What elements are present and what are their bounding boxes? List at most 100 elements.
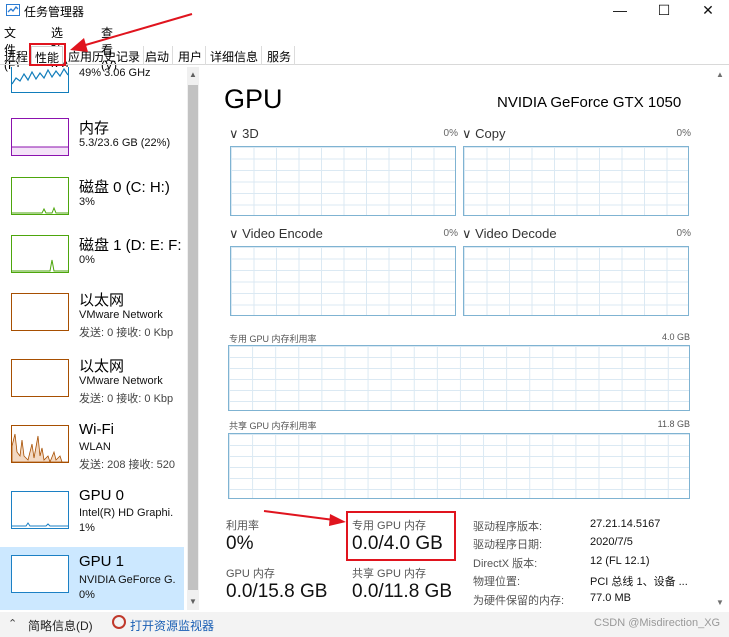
driver-version-value: 27.21.14.5167 (590, 518, 661, 530)
gpu-memory-label: GPU 内存 (226, 568, 275, 580)
disk1-title: 磁盘 1 (D: E: F: (79, 237, 182, 254)
main-scroll-up-icon[interactable]: ▲ (716, 70, 724, 79)
ethernet1-title: 以太网 (79, 292, 125, 309)
ethernet2-adapter: VMware Network (79, 375, 163, 387)
driver-version-label: 驱动程序版本: (473, 521, 543, 533)
graph-video-encode (230, 246, 456, 316)
graph-copy (463, 146, 689, 216)
engine-name-3d: 3D (242, 126, 259, 141)
ethernet2-title: 以太网 (79, 358, 125, 375)
shared-memory-label: 共享 GPU 内存 (352, 568, 426, 580)
sidebar-item-ethernet-2[interactable]: 以太网 VMware Network 发送: 0 接收: 0 Kbp (0, 353, 184, 419)
wifi-throughput: 发送: 208 接收: 520 (79, 459, 175, 471)
gpu0-graph-icon (12, 522, 68, 527)
wifi-graph-icon (11, 433, 68, 464)
graph-3d (230, 146, 456, 216)
memory-subtitle: 5.3/23.6 GB (22%) (79, 137, 171, 149)
graph-video-decode (463, 246, 689, 316)
gpu1-usage: 0% (79, 589, 95, 601)
directx-version-value: 12 (FL 12.1) (590, 555, 650, 567)
wifi-thumbnail (11, 425, 69, 464)
main-scroll-down-icon[interactable]: ▼ (716, 598, 724, 607)
resource-list: 49% 3.06 GHz 内存 5.3/23.6 GB (22%) 磁盘 0 (… (0, 67, 184, 610)
directx-version-label: DirectX 版本: (473, 558, 538, 570)
scroll-down-icon[interactable]: ▼ (187, 596, 199, 608)
engine-name-copy: Copy (475, 126, 506, 141)
annotation-arrow-memory (263, 510, 346, 526)
engine-name-video-encode: Video Encode (242, 226, 323, 241)
gpu1-adapter: NVIDIA GeForce G. (79, 574, 176, 586)
memory-title: 内存 (79, 120, 110, 137)
shared-memory-graph-label: 共享 GPU 内存利用率 (229, 421, 317, 431)
sidebar-item-disk0[interactable]: 磁盘 0 (C: H:) 3% (0, 171, 184, 237)
wifi-adapter: WLAN (79, 441, 111, 453)
driver-date-label: 驱动程序日期: (473, 539, 543, 551)
reserved-memory-label: 为硬件保留的内存: (473, 595, 565, 607)
disk0-thumbnail (11, 177, 69, 215)
dedicated-memory-graph-label: 专用 GPU 内存利用率 (229, 334, 317, 344)
ethernet1-throughput: 发送: 0 接收: 0 Kbp (79, 327, 174, 339)
maximize-button[interactable]: ☐ (641, 0, 687, 22)
gpu1-thumbnail (11, 555, 69, 593)
task-manager-icon (6, 4, 20, 16)
engine-selector-3d[interactable]: ∨ 3D (229, 126, 259, 142)
disk1-thumbnail (11, 235, 69, 273)
sidebar-item-ethernet-1[interactable]: 以太网 VMware Network 发送: 0 接收: 0 Kbp (0, 287, 184, 353)
reserved-memory-value: 77.0 MB (590, 592, 631, 604)
ethernet1-thumbnail (11, 293, 69, 331)
disk0-graph-icon (12, 206, 68, 214)
sidebar-item-disk1[interactable]: 磁盘 1 (D: E: F: 0% (0, 229, 184, 295)
physical-location-value: PCI 总线 1、设备 ... (590, 576, 688, 588)
tab-services[interactable]: 服务 (264, 46, 296, 65)
sidebar-item-wifi[interactable]: Wi-Fi WLAN 发送: 208 接收: 520 (0, 419, 184, 485)
engine-pct-video-decode: 0% (676, 228, 691, 239)
tab-details[interactable]: 详细信息 (207, 46, 263, 65)
minimize-button[interactable]: — (597, 0, 643, 22)
engine-selector-video-decode[interactable]: ∨ Video Decode (462, 226, 557, 242)
wifi-title: Wi-Fi (79, 421, 114, 438)
sidebar-item-gpu1[interactable]: GPU 1 NVIDIA GeForce G. 0% (0, 547, 184, 610)
engine-pct-video-encode: 0% (443, 228, 458, 239)
tab-processes[interactable]: 进程 (1, 46, 33, 65)
scroll-up-icon[interactable]: ▲ (187, 69, 199, 81)
graph-shared-memory (228, 433, 690, 499)
gpu0-title: GPU 0 (79, 487, 125, 504)
sidebar-item-memory[interactable]: 内存 5.3/23.6 GB (22%) (0, 111, 184, 177)
dedicated-memory-graph-max: 4.0 GB (661, 332, 690, 342)
gpu0-adapter: Intel(R) HD Graphi. (79, 507, 174, 519)
graph-dedicated-memory (228, 345, 690, 411)
ethernet2-throughput: 发送: 0 接收: 0 Kbp (79, 393, 174, 405)
sidebar-scrollbar[interactable]: ▲ ▼ (187, 67, 199, 610)
utilization-label: 利用率 (226, 520, 259, 532)
less-details-link[interactable]: 简略信息(D) (28, 617, 93, 634)
watermark-text: CSDN @Misdirection_XG (594, 617, 721, 629)
chevron-down-icon: ∨ (229, 126, 239, 141)
resource-monitor-icon (112, 615, 126, 629)
cpu-subtitle: 49% 3.06 GHz (79, 67, 151, 79)
memory-graph-icon (12, 146, 68, 155)
shared-memory-graph-max: 11.8 GB (657, 419, 690, 429)
scrollbar-thumb[interactable] (188, 85, 198, 590)
open-resource-monitor-link[interactable]: 打开资源监视器 (130, 617, 214, 634)
sidebar-item-gpu0[interactable]: GPU 0 Intel(R) HD Graphi. 1% (0, 485, 184, 551)
engine-selector-video-encode[interactable]: ∨ Video Encode (229, 226, 323, 242)
chevron-down-icon: ∨ (462, 226, 472, 241)
gpu0-thumbnail (11, 491, 69, 529)
dedicated-memory-highlight (346, 511, 456, 561)
disk0-subtitle: 3% (79, 196, 95, 208)
gpu-memory-value: 0.0/15.8 GB (226, 581, 328, 602)
ethernet2-thumbnail (11, 359, 69, 397)
engine-selector-copy[interactable]: ∨ Copy (462, 126, 506, 142)
engine-pct-3d: 0% (443, 128, 458, 139)
close-button[interactable]: ✕ (685, 0, 729, 22)
chevron-down-icon: ∨ (229, 226, 239, 241)
memory-thumbnail (11, 118, 69, 156)
disk0-title: 磁盘 0 (C: H:) (79, 179, 170, 196)
gpu0-usage: 1% (79, 522, 95, 534)
page-title: GPU (224, 84, 283, 114)
gpu-model-name: NVIDIA GeForce GTX 1050 (497, 94, 682, 111)
engine-name-video-decode: Video Decode (475, 226, 557, 241)
ethernet1-adapter: VMware Network (79, 309, 163, 321)
engine-pct-copy: 0% (676, 128, 691, 139)
collapse-chevron-icon[interactable]: ⌃ (8, 617, 17, 630)
